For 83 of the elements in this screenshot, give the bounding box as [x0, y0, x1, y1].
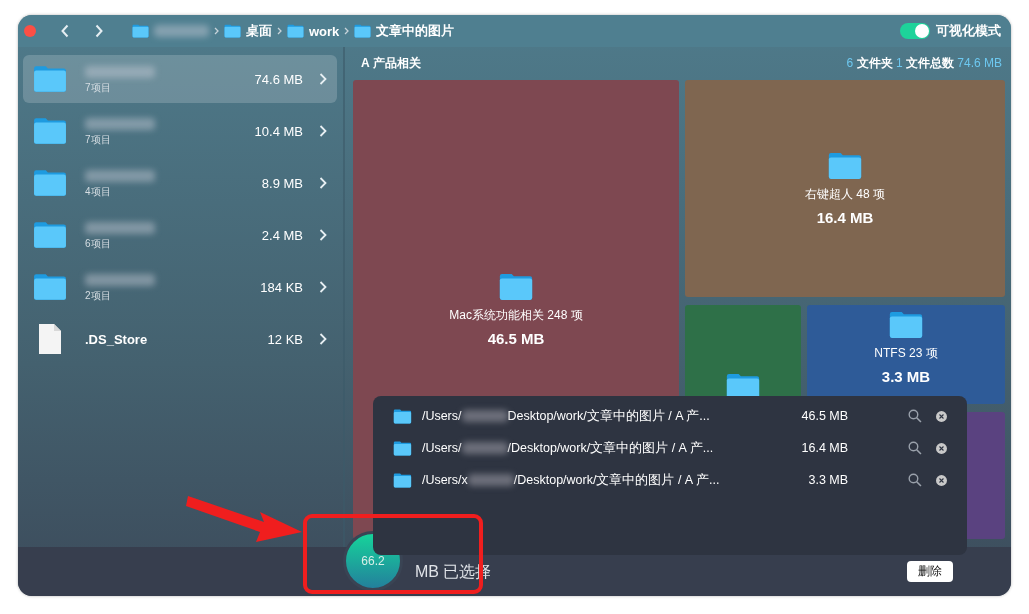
file-size: 2.4 MB — [261, 227, 303, 243]
separator-icon — [214, 27, 219, 35]
chevron-right-icon — [319, 125, 327, 137]
file-size: 12 KB — [267, 331, 303, 347]
blurred-text — [85, 169, 155, 182]
path-text: /Users/ — [421, 409, 462, 423]
blurred-text — [85, 65, 155, 78]
folder-icon — [33, 117, 67, 145]
item-count: 4项目 — [85, 184, 111, 199]
folder-icon — [393, 472, 412, 488]
tile-size: 16.4 MB — [816, 208, 874, 226]
file-size: 184 KB — [260, 279, 303, 295]
item-count: 7项目 — [85, 80, 111, 95]
item-count: 7项目 — [85, 132, 111, 147]
forward-button[interactable] — [94, 24, 104, 38]
folder-icon — [498, 272, 534, 301]
folder-icon — [393, 440, 412, 456]
file-list-item[interactable]: 7项目 74.6 MB — [23, 55, 337, 103]
separator-icon — [277, 27, 282, 35]
selected-amount: 66.2 — [361, 553, 385, 568]
chevron-right-icon — [319, 73, 327, 85]
breadcrumb-item[interactable]: work — [309, 23, 340, 39]
blurred-text — [461, 442, 508, 454]
search-icon[interactable] — [908, 473, 923, 487]
folder-icon — [827, 151, 863, 180]
folder-icon — [287, 24, 304, 38]
desktop-folder-icon — [224, 24, 241, 38]
folder-icon — [888, 311, 924, 339]
tile-label: NTFS 23 项 — [874, 345, 938, 362]
remove-icon[interactable] — [936, 474, 947, 486]
summary-text: 6 文件夹 1 文件总数 74.6 MB — [846, 55, 1002, 72]
search-icon[interactable] — [908, 409, 923, 423]
file-size: 46.5 MB — [800, 409, 849, 423]
blurred-text — [461, 410, 508, 422]
file-size: 8.9 MB — [261, 175, 303, 191]
item-count: 2项目 — [85, 288, 111, 303]
toggle-switch[interactable] — [900, 23, 930, 39]
folder-icon — [33, 65, 67, 93]
folder-icon — [33, 221, 67, 249]
blurred-text — [85, 117, 155, 130]
chevron-right-icon — [319, 281, 327, 293]
blurred-text — [85, 273, 155, 286]
remove-icon[interactable] — [936, 410, 947, 422]
item-count: 6项目 — [85, 236, 111, 251]
search-icon[interactable] — [908, 441, 923, 455]
file-list-item[interactable]: .DS_Store 12 KB — [23, 315, 337, 363]
chevron-right-icon — [319, 229, 327, 241]
file-name: .DS_Store — [85, 331, 148, 347]
tile-label: 右键超人 48 项 — [805, 185, 885, 203]
folder-icon — [393, 408, 412, 424]
file-size: 16.4 MB — [800, 441, 849, 455]
blurred-text — [467, 474, 514, 486]
tile-size: 46.5 MB — [487, 329, 545, 347]
home-folder-icon — [132, 24, 149, 38]
file-list-item[interactable]: 6项目 2.4 MB — [23, 211, 337, 259]
file-list-item[interactable]: 4项目 8.9 MB — [23, 159, 337, 207]
separator-icon — [344, 27, 350, 35]
blurred-text — [154, 25, 209, 37]
file-size: 3.3 MB — [807, 473, 849, 487]
tile-label: Mac系统功能相关 248 项 — [449, 306, 583, 324]
document-icon — [38, 323, 62, 355]
treemap-tile[interactable]: NTFS 23 项 3.3 MB — [807, 305, 1005, 404]
folder-icon — [33, 273, 67, 301]
folder-title: A 产品相关 — [361, 55, 421, 72]
chevron-right-icon — [319, 177, 327, 189]
file-size: 10.4 MB — [254, 123, 303, 139]
treemap-tile[interactable]: 右键超人 48 项 16.4 MB — [685, 80, 1005, 297]
breadcrumb-item[interactable]: 桌面 — [246, 22, 272, 40]
delete-button[interactable]: 删除 — [907, 561, 953, 582]
toggle-label: 可视化模式 — [936, 22, 1001, 40]
blurred-text — [85, 221, 155, 234]
breadcrumb-item[interactable]: 文章中的图片 — [376, 22, 455, 40]
file-size: 74.6 MB — [254, 71, 303, 87]
path-text: /Users/ — [421, 441, 462, 455]
path-text: /Users/x — [421, 473, 468, 487]
file-list-item[interactable]: 2项目 184 KB — [23, 263, 337, 311]
remove-icon[interactable] — [936, 442, 947, 454]
folder-icon — [354, 24, 372, 38]
folder-icon — [33, 169, 67, 197]
file-list-item[interactable]: 7项目 10.4 MB — [23, 107, 337, 155]
chevron-right-icon — [319, 333, 327, 345]
tile-size: 3.3 MB — [881, 368, 931, 385]
back-button[interactable] — [60, 24, 70, 38]
